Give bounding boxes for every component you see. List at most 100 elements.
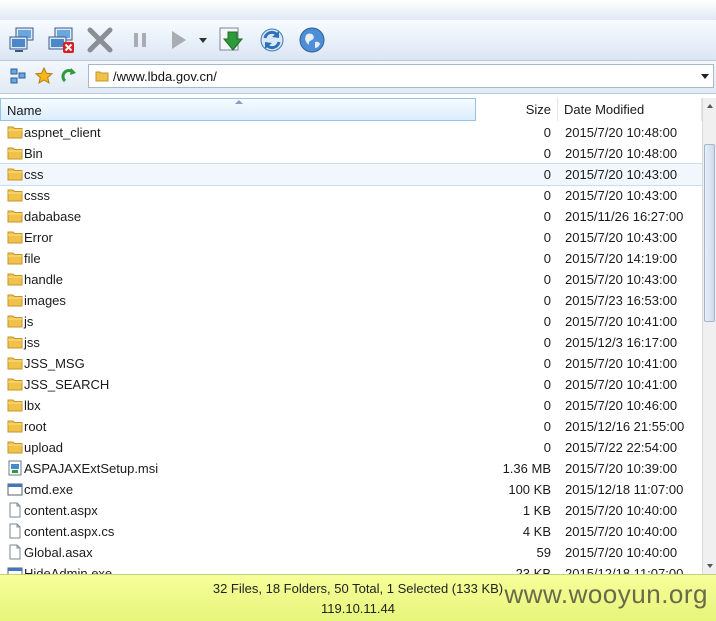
file-date-modified: 2015/7/20 10:48:00	[565, 125, 678, 140]
file-date-modified: 2015/11/26 16:27:00	[565, 209, 684, 224]
file-row[interactable]: Error 0 2015/7/20 10:43:00	[0, 227, 702, 248]
file-row[interactable]: ASPAJAXExtSetup.msi 1.36 MB 2015/7/20 10:3…	[0, 458, 702, 479]
file-name: ASPAJAXExtSetup.msi	[24, 461, 159, 476]
file-date-modified: 2015/7/20 10:39:00	[565, 461, 678, 476]
column-header: Name Size Date Modified	[0, 98, 702, 122]
file-name: Bin	[24, 146, 43, 161]
folder-icon	[7, 187, 23, 203]
file-row[interactable]: js 0 2015/7/20 10:41:00	[0, 311, 702, 332]
file-row[interactable]: file 0 2015/7/20 14:19:00	[0, 248, 702, 269]
file-row[interactable]: cmd.exe 100 KB 2015/12/18 11:07:00	[0, 479, 702, 500]
file-size: 0	[543, 356, 551, 371]
file-row[interactable]: images 0 2015/7/23 16:53:00	[0, 290, 702, 311]
file-size: 0	[543, 335, 551, 350]
file-date-modified: 2015/7/20 10:40:00	[565, 503, 678, 518]
sort-ascending-icon	[235, 100, 243, 104]
file-row[interactable]: content.aspx.cs 4 KB 2015/7/20 10:40:00	[0, 521, 702, 542]
download-refresh-icon[interactable]	[216, 24, 248, 56]
file-row[interactable]: jss 0 2015/12/3 16:17:00	[0, 332, 702, 353]
file-size: 4 KB	[522, 524, 551, 539]
folder-icon	[7, 208, 23, 224]
tree-view-icon[interactable]	[8, 66, 28, 86]
file-size: 0	[543, 314, 551, 329]
folder-icon	[7, 313, 23, 329]
file-row[interactable]: aspnet_client 0 2015/7/20 10:48:00	[0, 122, 702, 143]
connect-icon[interactable]	[6, 24, 38, 56]
file-icon	[7, 523, 23, 539]
toolbar	[0, 20, 716, 61]
file-row[interactable]: HideAdmin.exe 23 KB 2015/12/18 11:07:00	[0, 563, 702, 574]
file-date-modified: 2015/7/20 10:40:00	[565, 524, 678, 539]
title-strip	[0, 0, 716, 21]
scrollbar-thumb[interactable]	[704, 144, 715, 322]
file-name: Error	[24, 230, 53, 245]
file-date-modified: 2015/12/16 21:55:00	[565, 419, 685, 434]
file-size: 1.36 MB	[502, 461, 551, 476]
folder-icon	[7, 166, 23, 182]
column-size[interactable]: Size	[476, 98, 558, 121]
up-folder-icon[interactable]	[60, 66, 80, 86]
column-name[interactable]: Name	[0, 98, 476, 121]
file-row[interactable]: csss 0 2015/7/20 10:43:00	[0, 185, 702, 206]
file-row[interactable]: dababase 0 2015/11/26 16:27:00	[0, 206, 702, 227]
watermark: www.wooyun.org	[504, 579, 708, 609]
file-row[interactable]: Global.asax 59 2015/7/20 10:40:00	[0, 542, 702, 563]
scroll-down-arrow-icon[interactable]	[703, 558, 716, 574]
file-row[interactable]: JSS_MSG 0 2015/7/20 10:41:00	[0, 353, 702, 374]
folder-icon	[7, 439, 23, 455]
file-date-modified: 2015/7/20 10:40:00	[565, 545, 678, 560]
file-name: aspnet_client	[24, 125, 101, 140]
file-size: 59	[536, 545, 551, 560]
file-size: 1 KB	[522, 503, 551, 518]
favorites-star-icon[interactable]	[34, 66, 54, 86]
file-date-modified: 2015/7/20 10:43:00	[565, 230, 678, 245]
scroll-up-arrow-icon[interactable]	[703, 98, 716, 114]
file-date-modified: 2015/7/20 10:46:00	[565, 398, 678, 413]
file-date-modified: 2015/7/20 10:41:00	[565, 377, 678, 392]
executable-icon	[7, 565, 23, 574]
file-list: aspnet_client 0 2015/7/20 10:48:00 Bin 0 2015…	[0, 122, 702, 574]
globe-icon[interactable]	[296, 24, 328, 56]
stop-icon[interactable]	[84, 24, 116, 56]
file-row[interactable]: root 0 2015/12/16 21:55:00	[0, 416, 702, 437]
folder-icon	[7, 397, 23, 413]
file-size: 0	[543, 272, 551, 287]
file-size: 0	[543, 188, 551, 203]
folder-icon	[7, 376, 23, 392]
file-row[interactable]: lbx 0 2015/7/20 10:46:00	[0, 395, 702, 416]
file-row[interactable]: JSS_SEARCH 0 2015/7/20 10:41:00	[0, 374, 702, 395]
file-row[interactable]: css 0 2015/7/20 10:43:00	[0, 163, 702, 186]
executable-icon	[7, 481, 23, 497]
disconnect-icon[interactable]	[45, 24, 77, 56]
file-size: 0	[543, 398, 551, 413]
file-row[interactable]: content.aspx 1 KB 2015/7/20 10:40:00	[0, 500, 702, 521]
file-size: 0	[543, 209, 551, 224]
file-row[interactable]: upload 0 2015/7/22 22:54:00	[0, 437, 702, 458]
folder-icon	[7, 292, 23, 308]
play-icon[interactable]	[162, 24, 194, 56]
file-size: 0	[543, 293, 551, 308]
column-date-modified[interactable]: Date Modified	[558, 98, 702, 121]
file-name: handle	[24, 272, 64, 287]
folder-icon	[7, 355, 23, 371]
refresh-icon[interactable]	[256, 24, 288, 56]
file-row[interactable]: handle 0 2015/7/20 10:43:00	[0, 269, 702, 290]
file-name: csss	[24, 188, 50, 203]
file-name: content.aspx	[24, 503, 98, 518]
file-icon	[7, 502, 23, 518]
folder-icon	[7, 250, 23, 266]
chevron-down-icon[interactable]	[701, 74, 709, 79]
file-date-modified: 2015/7/20 10:41:00	[565, 356, 678, 371]
pause-icon[interactable]	[124, 24, 156, 56]
vertical-scrollbar[interactable]	[702, 98, 716, 574]
status-bar: 32 Files, 18 Folders, 50 Total, 1 Select…	[0, 574, 716, 621]
folder-icon	[7, 124, 23, 140]
play-dropdown-icon[interactable]	[196, 24, 210, 56]
address-bar: /www.lbda.gov.cn/	[0, 61, 716, 94]
column-name-label: Name	[7, 103, 42, 118]
folder-icon	[7, 271, 23, 287]
file-name: js	[24, 314, 34, 329]
address-input[interactable]: /www.lbda.gov.cn/	[88, 64, 714, 88]
folder-icon	[7, 229, 23, 245]
file-row[interactable]: Bin 0 2015/7/20 10:48:00	[0, 143, 702, 164]
